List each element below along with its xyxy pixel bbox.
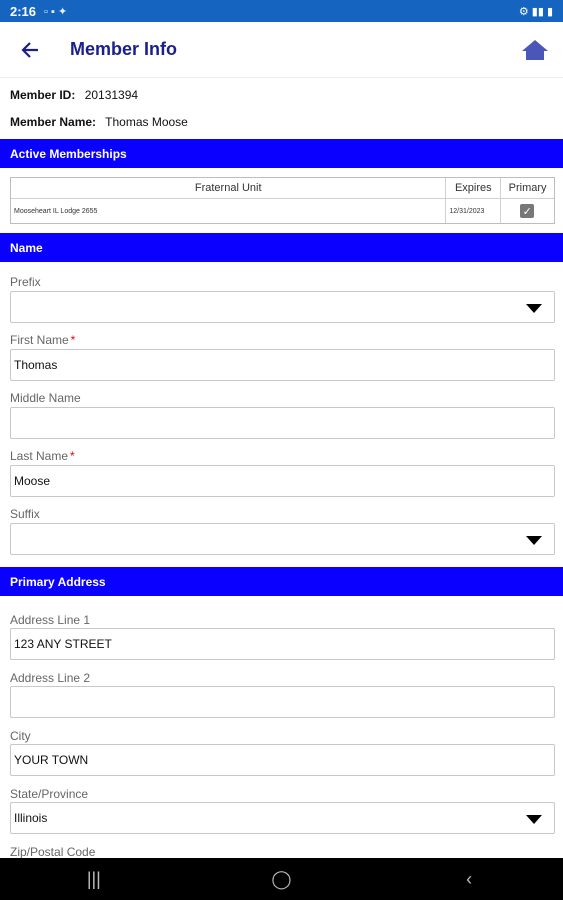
back-arrow-icon[interactable] (0, 22, 60, 78)
col-fraternal-unit: Fraternal Unit (11, 178, 447, 198)
primary-address-header: Primary Address (0, 567, 563, 596)
name-section-header: Name (0, 233, 563, 262)
home-nav-icon[interactable]: ◯ (251, 858, 311, 900)
member-id-label: Member ID: (10, 88, 76, 102)
state-value: Illinois (14, 811, 48, 825)
required-mark: * (70, 333, 76, 347)
expires-cell: 12/31/2023 (446, 199, 502, 223)
state-label: State/Province (10, 787, 89, 801)
last-name-input[interactable]: Moose (10, 465, 555, 497)
chevron-down-icon (526, 536, 542, 545)
table-row[interactable]: Mooseheart IL Lodge 2655 12/31/2023 ✓ (11, 199, 554, 223)
fraternal-unit-cell: Mooseheart IL Lodge 2655 (11, 199, 447, 223)
address-line1-label: Address Line 1 (10, 613, 91, 627)
address-line2-input[interactable] (10, 686, 555, 718)
last-name-label-text: Last Name (10, 449, 69, 463)
system-nav-bar: ||| ◯ ‹ (0, 858, 563, 900)
page-title: Member Info (70, 39, 178, 59)
first-name-label: First Name * (10, 333, 75, 347)
suffix-label: Suffix (10, 507, 40, 521)
home-icon[interactable] (521, 38, 549, 62)
notification-icons: ▫ ▪ ✦ (44, 5, 68, 18)
middle-name-input[interactable] (10, 407, 555, 439)
middle-name-label: Middle Name (10, 391, 81, 405)
status-time: 2:16 (10, 3, 37, 19)
prefix-label: Prefix (10, 275, 41, 289)
memberships-table: Fraternal Unit Expires Primary Moosehear… (10, 177, 555, 224)
member-id-value: 20131394 (84, 88, 139, 102)
first-name-label-text: First Name (10, 333, 69, 347)
status-bar: 2:16 ▫ ▪ ✦ ⚙ ▮▮ ▮ (0, 0, 563, 22)
state-select[interactable]: Illinois (10, 802, 555, 834)
active-memberships-header: Active Memberships (0, 139, 563, 168)
chevron-down-icon (526, 815, 542, 824)
member-name-label: Member Name: (10, 115, 97, 129)
primary-checkbox[interactable]: ✓ (520, 204, 535, 218)
system-icons: ⚙ ▮▮ ▮ (518, 5, 553, 18)
col-primary: Primary (508, 182, 547, 194)
app-bar: Member Info (0, 22, 563, 78)
back-nav-icon[interactable]: ‹ (439, 858, 499, 900)
col-expires: Expires (446, 178, 502, 198)
member-name-value: Thomas Moose (105, 115, 188, 129)
suffix-select[interactable] (10, 523, 555, 555)
primary-cell: ✓ (501, 199, 554, 223)
city-input[interactable]: YOUR TOWN (10, 744, 555, 776)
member-name-row: Member Name: Thomas Moose (10, 115, 188, 129)
member-id-row: Member ID: 20131394 (10, 88, 138, 102)
first-name-input[interactable]: Thomas (10, 349, 555, 381)
recent-apps-icon[interactable]: ||| (64, 858, 124, 900)
last-name-label: Last Name * (10, 449, 75, 463)
address-line1-input[interactable]: 123 ANY STREET (10, 628, 555, 660)
prefix-select[interactable] (10, 291, 555, 323)
city-label: City (10, 729, 31, 743)
table-header-row: Fraternal Unit Expires Primary (11, 178, 554, 199)
address-line2-label: Address Line 2 (10, 671, 91, 685)
chevron-down-icon (526, 304, 542, 313)
required-mark: * (70, 449, 75, 463)
zip-label: Zip/Postal Code (10, 845, 96, 859)
